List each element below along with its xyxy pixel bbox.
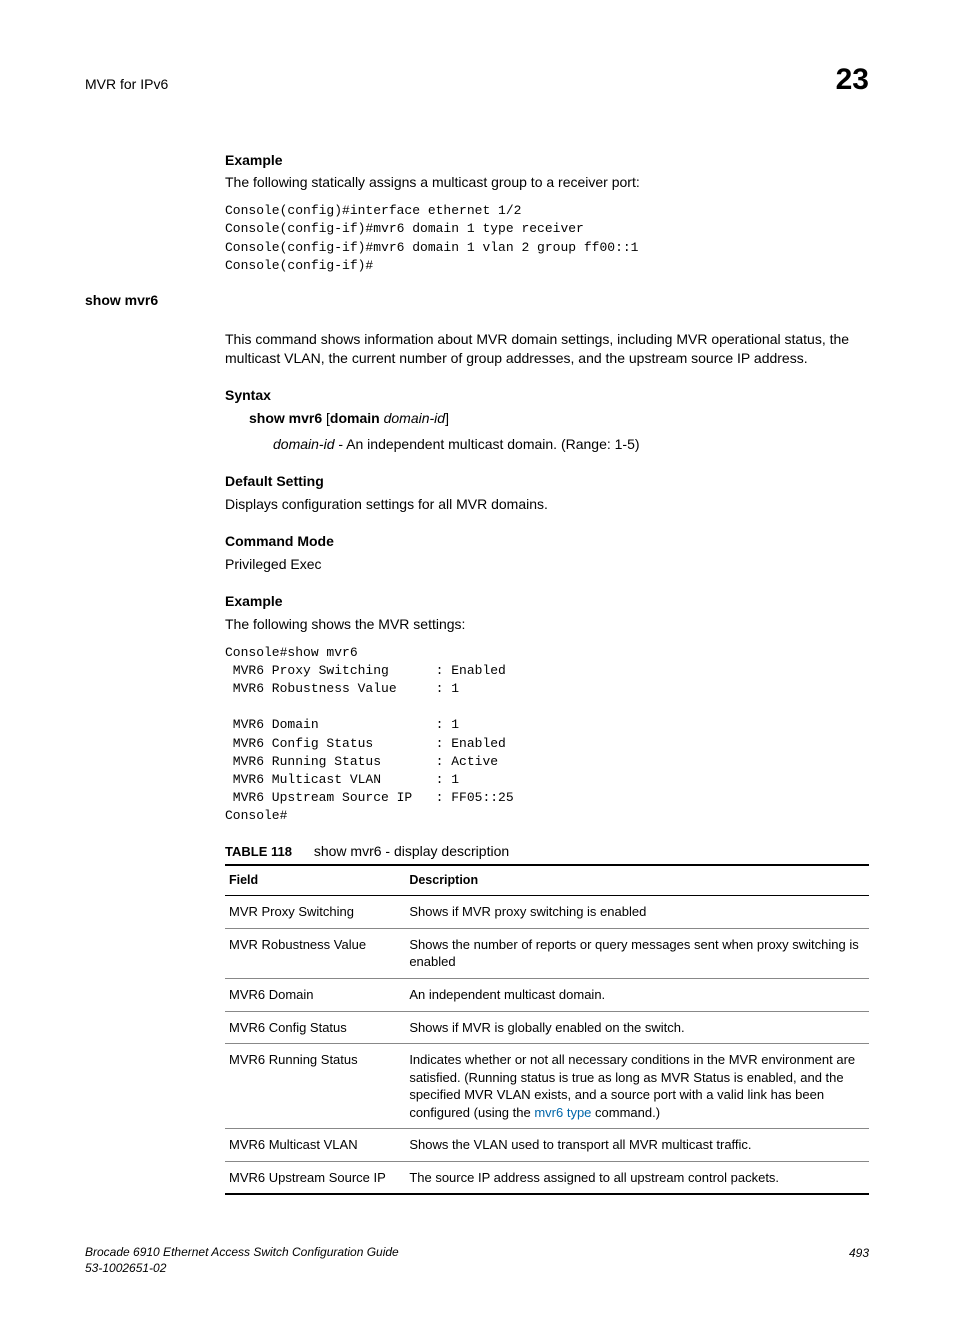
footer-left: Brocade 6910 Ethernet Access Switch Conf… bbox=[85, 1245, 399, 1276]
table-row: MVR6 Upstream Source IP The source IP ad… bbox=[225, 1161, 869, 1194]
table-label: TABLE 118 bbox=[225, 844, 292, 859]
syntax-p3: ] bbox=[445, 410, 449, 426]
table-title: show mvr6 - display description bbox=[314, 843, 509, 859]
syntax-cmd-b2: domain bbox=[330, 410, 380, 426]
example2-heading: Example bbox=[225, 592, 869, 611]
syntax-cmd-b1: show mvr6 bbox=[249, 410, 322, 426]
mode-text: Privileged Exec bbox=[225, 555, 869, 574]
cell-desc: The source IP address assigned to all up… bbox=[405, 1161, 869, 1194]
default-text: Displays configuration settings for all … bbox=[225, 495, 869, 514]
example2-code: Console#show mvr6 MVR6 Proxy Switching :… bbox=[225, 644, 869, 826]
command-name: show mvr6 bbox=[85, 291, 869, 310]
cell-desc: Indicates whether or not all necessary c… bbox=[405, 1044, 869, 1129]
table-row: MVR6 Multicast VLAN Shows the VLAN used … bbox=[225, 1129, 869, 1162]
cell-field: MVR Robustness Value bbox=[225, 928, 405, 978]
command-description: This command shows information about MVR… bbox=[225, 330, 869, 1195]
syntax-heading: Syntax bbox=[225, 386, 869, 405]
page-footer: Brocade 6910 Ethernet Access Switch Conf… bbox=[85, 1245, 869, 1276]
cell-desc: Shows the VLAN used to transport all MVR… bbox=[405, 1129, 869, 1162]
chapter-number: 23 bbox=[836, 60, 869, 101]
cell-field: MVR6 Upstream Source IP bbox=[225, 1161, 405, 1194]
col-field: Field bbox=[225, 865, 405, 895]
table-header-row: Field Description bbox=[225, 865, 869, 895]
cell-field: MVR6 Multicast VLAN bbox=[225, 1129, 405, 1162]
cell-field: MVR Proxy Switching bbox=[225, 896, 405, 929]
syntax-arg-text: - An independent multicast domain. (Rang… bbox=[334, 436, 639, 452]
table-caption: TABLE 118 show mvr6 - display descriptio… bbox=[225, 842, 869, 861]
example1-heading: Example bbox=[225, 151, 869, 170]
example1-code: Console(config)#interface ethernet 1/2 C… bbox=[225, 202, 869, 275]
cell-desc: Shows the number of reports or query mes… bbox=[405, 928, 869, 978]
cell-desc: Shows if MVR is globally enabled on the … bbox=[405, 1011, 869, 1044]
col-description: Description bbox=[405, 865, 869, 895]
example1-intro: The following statically assigns a multi… bbox=[225, 173, 869, 192]
footer-doc-num: 53-1002651-02 bbox=[85, 1261, 399, 1277]
display-description-table: Field Description MVR Proxy Switching Sh… bbox=[225, 864, 869, 1195]
cell-field: MVR6 Running Status bbox=[225, 1044, 405, 1129]
table-row: MVR6 Running Status Indicates whether or… bbox=[225, 1044, 869, 1129]
mode-heading: Command Mode bbox=[225, 532, 869, 551]
syntax-line: show mvr6 [domain domain-id] bbox=[249, 409, 869, 428]
page-header: MVR for IPv6 23 bbox=[85, 60, 869, 101]
cell-desc: An independent multicast domain. bbox=[405, 979, 869, 1012]
syntax-arg-name: domain-id bbox=[273, 436, 334, 452]
cell-desc: Shows if MVR proxy switching is enabled bbox=[405, 896, 869, 929]
footer-page-num: 493 bbox=[849, 1245, 869, 1276]
cell-field: MVR6 Domain bbox=[225, 979, 405, 1012]
example-section-1: Example The following statically assigns… bbox=[225, 151, 869, 276]
syntax-cmd-i: domain-id bbox=[384, 410, 445, 426]
footer-doc-title: Brocade 6910 Ethernet Access Switch Conf… bbox=[85, 1245, 399, 1261]
table-row: MVR6 Domain An independent multicast dom… bbox=[225, 979, 869, 1012]
cell-field: MVR6 Config Status bbox=[225, 1011, 405, 1044]
syntax-p1: [ bbox=[322, 410, 330, 426]
default-heading: Default Setting bbox=[225, 472, 869, 491]
syntax-arg-desc: domain-id - An independent multicast dom… bbox=[273, 435, 869, 454]
header-title: MVR for IPv6 bbox=[85, 75, 168, 94]
mvr6-type-link[interactable]: mvr6 type bbox=[534, 1105, 591, 1120]
desc-post: command.) bbox=[591, 1105, 660, 1120]
cmd-desc-text: This command shows information about MVR… bbox=[225, 330, 869, 368]
table-row: MVR6 Config Status Shows if MVR is globa… bbox=[225, 1011, 869, 1044]
table-row: MVR Proxy Switching Shows if MVR proxy s… bbox=[225, 896, 869, 929]
table-row: MVR Robustness Value Shows the number of… bbox=[225, 928, 869, 978]
example2-intro: The following shows the MVR settings: bbox=[225, 615, 869, 634]
